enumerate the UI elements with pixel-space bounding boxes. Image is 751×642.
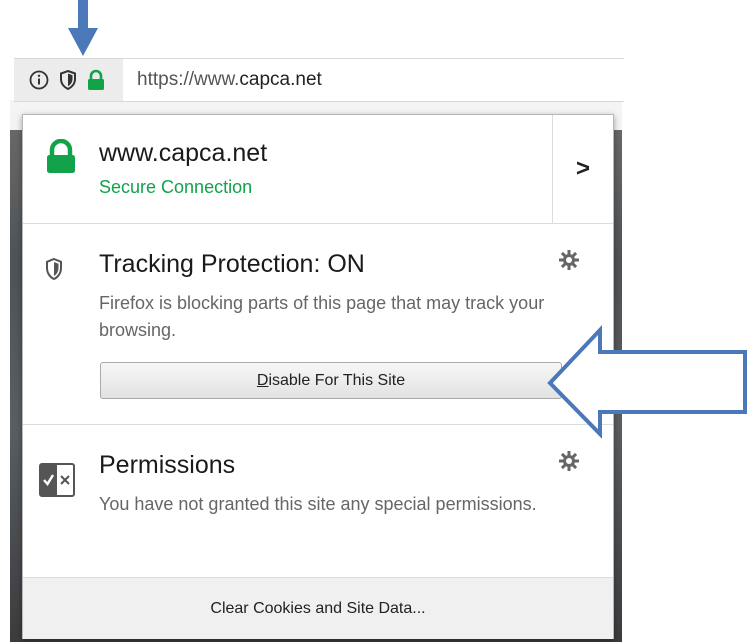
annotation-arrow-left [547, 324, 747, 439]
annotation-arrow-down [68, 0, 98, 56]
annotation-arrows [68, 0, 747, 439]
